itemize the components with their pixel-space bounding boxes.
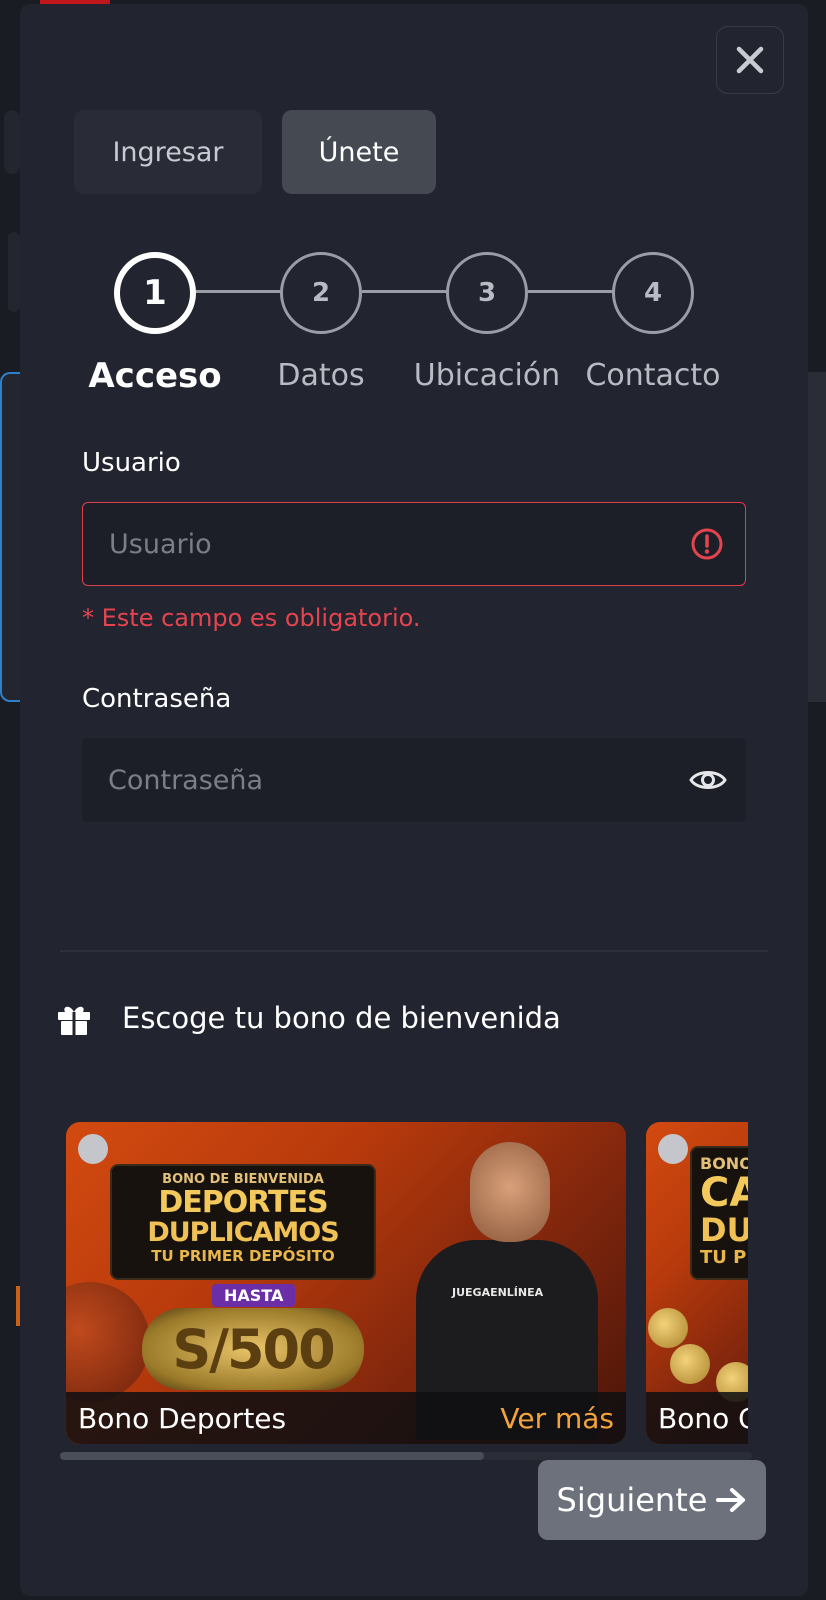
bonus-radio[interactable]: [78, 1134, 108, 1164]
promo-line: DUPLICAMOS: [147, 1217, 339, 1248]
username-error: * Este campo es obligatorio.: [82, 604, 421, 632]
background-card-fragment: [0, 372, 22, 702]
promo-line: DEPORTES: [158, 1185, 328, 1220]
step-connector: [528, 290, 618, 293]
background-fragment: [4, 110, 20, 174]
next-button-label: Siguiente: [556, 1481, 708, 1519]
see-more-link[interactable]: Ver más: [500, 1402, 614, 1435]
divider: [60, 950, 768, 952]
password-placeholder: Contraseña: [108, 764, 264, 796]
step-3-label: Ubicación: [413, 358, 561, 393]
bonus-header: Escoge tu bono de bienvenida: [56, 1000, 561, 1036]
step-1-indicator: 1: [114, 252, 196, 334]
promo-banner: BONO DE BIENVENIDA DEPORTES DUPLICAMOS T…: [110, 1164, 376, 1280]
username-placeholder: Usuario: [109, 528, 212, 560]
step-2-indicator: 2: [280, 252, 362, 334]
step-4-label: Contacto: [585, 358, 721, 393]
bonus-card-sports[interactable]: BONO DE BIENVENIDA DEPORTES DUPLICAMOS T…: [66, 1122, 626, 1444]
close-button[interactable]: [716, 26, 784, 94]
promo-banner: BONO CA DUP TU PR: [690, 1146, 748, 1280]
bonus-carousel[interactable]: BONO DE BIENVENIDA DEPORTES DUPLICAMOS T…: [66, 1122, 748, 1448]
bonus-radio[interactable]: [658, 1134, 688, 1164]
promo-amount: S/500: [142, 1308, 364, 1390]
card-title: Bono Ca: [658, 1401, 748, 1435]
step-4-indicator: 4: [612, 252, 694, 334]
promo-line: TU PR: [700, 1247, 748, 1268]
arrow-right-icon: [716, 1488, 746, 1512]
step-1-label: Acceso: [88, 356, 222, 396]
promo-line: TU PRIMER DEPÓSITO: [151, 1247, 335, 1265]
card-footer: Bono Deportes Ver más: [66, 1392, 626, 1444]
close-icon: [736, 46, 764, 74]
next-button[interactable]: Siguiente: [538, 1460, 766, 1540]
error-icon: [687, 524, 727, 564]
eye-icon[interactable]: [688, 760, 728, 800]
promo-hasta: HASTA: [212, 1284, 296, 1307]
tab-login[interactable]: Ingresar: [74, 110, 262, 194]
coin-graphic: [670, 1344, 710, 1384]
step-connector: [362, 290, 452, 293]
username-label: Usuario: [82, 448, 181, 478]
username-input[interactable]: Usuario: [82, 502, 746, 586]
basketball-graphic: [66, 1282, 150, 1402]
tab-join[interactable]: Únete: [282, 110, 436, 194]
background-fragment: [8, 232, 20, 312]
step-2-label: Datos: [277, 358, 365, 393]
shirt-logo: JUEGAENLÍNEA: [452, 1286, 544, 1299]
bonus-heading: Escoge tu bono de bienvenida: [122, 1001, 561, 1035]
person-graphic: [470, 1142, 550, 1242]
password-input[interactable]: Contraseña: [82, 738, 746, 822]
promo-line: CA: [700, 1170, 748, 1216]
coin-graphic: [648, 1308, 688, 1348]
step-connector: [196, 290, 286, 293]
card-footer: Bono Ca: [646, 1392, 748, 1444]
carousel-scrollbar-thumb[interactable]: [60, 1452, 484, 1460]
bonus-card-casino[interactable]: BONO CA DUP TU PR Bono Ca: [646, 1122, 748, 1444]
card-title: Bono Deportes: [78, 1401, 287, 1435]
register-modal: Ingresar Únete 1 2 3 4 Acceso Datos Ubic…: [20, 4, 808, 1596]
promo-line: DUP: [700, 1211, 748, 1249]
password-label: Contraseña: [82, 684, 232, 714]
gift-icon: [58, 1006, 90, 1035]
step-3-indicator: 3: [446, 252, 528, 334]
